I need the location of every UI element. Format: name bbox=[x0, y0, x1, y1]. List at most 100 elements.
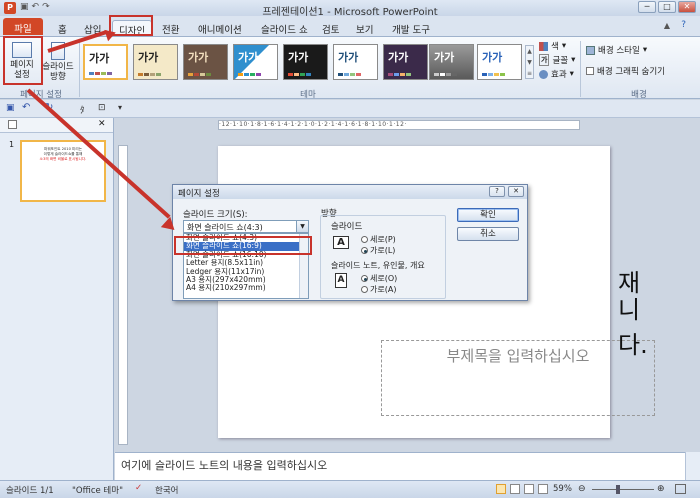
radio-icon bbox=[361, 236, 368, 243]
fonts-label: 글꼴 bbox=[552, 56, 569, 66]
maximize-button[interactable]: □ bbox=[658, 1, 676, 13]
cancel-button[interactable]: 취소 bbox=[457, 227, 519, 241]
list-item[interactable]: A4 용지(210x297mm) bbox=[184, 283, 308, 292]
theme-6[interactable]: 가가 bbox=[333, 44, 378, 80]
theme-color-bars bbox=[482, 73, 505, 76]
dropdown-arrow-icon[interactable]: ▼ bbox=[296, 221, 308, 232]
hide-background-checkbox[interactable]: 배경 그래픽 숨기기 bbox=[586, 65, 665, 77]
landscape-radio[interactable]: 가로(L) bbox=[361, 245, 395, 256]
landscape-page-icon: A bbox=[333, 236, 349, 249]
tab-transitions[interactable]: 전환 bbox=[156, 20, 185, 36]
theme-color-bars bbox=[188, 73, 211, 76]
group-theme-label: 테마 bbox=[300, 90, 316, 100]
zoom-slider[interactable] bbox=[592, 489, 654, 490]
highlight-box-page-setup bbox=[3, 36, 43, 85]
hide-background-label: 배경 그래픽 숨기기 bbox=[597, 67, 665, 77]
theme-8[interactable]: 가가 bbox=[429, 44, 474, 80]
theme-colors-button[interactable]: 색 ▾ bbox=[539, 40, 566, 52]
portrait-radio[interactable]: 세로(P) bbox=[361, 234, 396, 245]
normal-view-icon[interactable] bbox=[496, 484, 506, 494]
zoom-in-icon[interactable]: ⊕ bbox=[657, 484, 665, 494]
slides-tab-icon[interactable] bbox=[8, 120, 17, 129]
tab-developer[interactable]: 개발 도구 bbox=[386, 20, 436, 36]
theme-gallery-scroll[interactable]: ▲ ▼ ≡ bbox=[525, 45, 534, 79]
close-panel-icon[interactable]: ✕ bbox=[98, 119, 106, 129]
subtitle-placeholder[interactable]: 부제목을 입력하십시오 bbox=[381, 340, 655, 416]
zoom-slider-thumb[interactable] bbox=[616, 485, 620, 494]
theme-5[interactable]: 가가 bbox=[283, 44, 328, 80]
orientation-group: 슬라이드 A 세로(P) 가로(L) 슬라이드 노트, 유인물, 개요 A 세로… bbox=[320, 215, 446, 299]
group-background-label: 배경 bbox=[631, 90, 647, 100]
dropdown-arrow-icon: ▾ bbox=[561, 41, 567, 51]
portrait-label: 세로(P) bbox=[370, 235, 396, 244]
theme-name: "Office 테마" bbox=[72, 486, 123, 496]
theme-7[interactable]: 가가 bbox=[383, 44, 428, 80]
tab-review[interactable]: 검토 bbox=[316, 20, 345, 36]
background-style-button[interactable]: 배경 스타일 ▾ bbox=[586, 44, 647, 56]
theme-4[interactable]: 가가 bbox=[233, 44, 278, 80]
radio-icon bbox=[361, 286, 368, 293]
save-icon[interactable]: ▣ bbox=[6, 103, 15, 113]
dialog-title: 페이지 설정 bbox=[178, 189, 220, 199]
theme-color-bars bbox=[138, 73, 161, 76]
close-button[interactable]: ✕ bbox=[678, 1, 696, 13]
theme-color-bars bbox=[89, 72, 112, 75]
slideshow-icon[interactable]: ⊡ bbox=[98, 103, 106, 113]
slide-orientation-label: 슬라이드 bbox=[331, 222, 363, 232]
thumbnail-text: 4:3의 화면 비율로 표시됩니다. bbox=[39, 157, 87, 161]
window-controls: ─ □ ✕ bbox=[638, 1, 696, 13]
customize-icon[interactable]: ▾ bbox=[118, 103, 122, 112]
status-bar: 슬라이드 1/1 "Office 테마" ✓ 한국어 59% ⊖ ⊕ bbox=[0, 480, 700, 498]
theme-sample-text: 가가 bbox=[138, 51, 159, 64]
theme-9[interactable]: 가가 bbox=[477, 44, 522, 80]
fit-to-window-icon[interactable] bbox=[675, 484, 686, 494]
ok-button[interactable]: 확인 bbox=[457, 208, 519, 222]
sorter-view-icon[interactable] bbox=[510, 484, 520, 494]
tab-view[interactable]: 보기 bbox=[350, 20, 379, 36]
slide-size-value: 화면 슬라이드 쇼(4:3) bbox=[187, 223, 263, 232]
theme-sample-text: 가가 bbox=[288, 51, 309, 64]
colors-icon bbox=[539, 41, 548, 51]
notes-scrollbar[interactable] bbox=[685, 452, 700, 480]
undo-icon[interactable]: ↶ bbox=[22, 102, 30, 113]
title-text-fragment[interactable]: 니다. bbox=[618, 290, 648, 360]
theme-color-bars bbox=[238, 73, 261, 76]
slide-size-combo[interactable]: 화면 슬라이드 쇼(4:3) ▼ bbox=[183, 220, 309, 233]
slides-panel: ✕ 1 파워포인트 2010 미리는 이렇게 슬라이드쇼를 통해 4:3의 화면… bbox=[0, 118, 114, 480]
theme-sample-text: 가가 bbox=[482, 51, 503, 64]
slideshow-view-icon[interactable] bbox=[538, 484, 548, 494]
spellcheck-icon[interactable]: ✓ bbox=[135, 483, 142, 493]
theme-3[interactable]: 가가 bbox=[183, 44, 228, 80]
theme-2[interactable]: 가가 bbox=[133, 44, 178, 80]
theme-fonts-button[interactable]: 가 글꼴 ▾ bbox=[539, 54, 575, 66]
notes-landscape-radio[interactable]: 가로(A) bbox=[361, 284, 396, 295]
language[interactable]: 한국어 bbox=[155, 484, 178, 496]
vertical-ruler bbox=[118, 145, 128, 445]
dialog-title-bar: 페이지 설정 ? ✕ bbox=[173, 185, 527, 199]
help-icon[interactable]: ? bbox=[681, 20, 686, 30]
tab-home[interactable]: 홈 bbox=[52, 20, 73, 36]
slide-count: 슬라이드 1/1 bbox=[6, 486, 54, 496]
tab-slideshow[interactable]: 슬라이드 쇼 bbox=[255, 20, 314, 36]
reading-view-icon[interactable] bbox=[524, 484, 534, 494]
theme-effects-button[interactable]: 효과 ▾ bbox=[539, 68, 574, 80]
highlight-box-16-9 bbox=[174, 236, 312, 255]
tab-file[interactable]: 파일 bbox=[3, 18, 43, 35]
horizontal-ruler: ·12·1·10·1·8·1·6·1·4·1·2·1·0·1·2·1·4·1·6… bbox=[218, 120, 580, 130]
orientation-label: 슬라이드 방향 bbox=[42, 62, 74, 82]
zoom-out-icon[interactable]: ⊖ bbox=[578, 484, 586, 494]
notes-portrait-label: 세로(O) bbox=[370, 274, 398, 283]
dialog-help-button[interactable]: ? bbox=[489, 186, 505, 197]
quick-access-toolbar-below: ▣ ↶ ↻ ﾀ ⊡ ▾ bbox=[0, 100, 700, 118]
ribbon-separator bbox=[580, 41, 581, 97]
tab-animations[interactable]: 애니메이션 bbox=[192, 20, 248, 36]
theme-office[interactable]: 가가 bbox=[83, 44, 128, 80]
spelling-icon[interactable]: ﾀ bbox=[80, 103, 85, 116]
minimize-button[interactable]: ─ bbox=[638, 1, 656, 13]
slide-number: 1 bbox=[9, 140, 15, 149]
zoom-level[interactable]: 59% bbox=[553, 484, 572, 494]
notes-pane[interactable]: 여기에 슬라이드 노트의 내용을 입력하십시오 bbox=[115, 452, 685, 480]
dialog-close-button[interactable]: ✕ bbox=[508, 186, 524, 197]
notes-portrait-radio[interactable]: 세로(O) bbox=[361, 273, 397, 284]
minimize-ribbon-icon[interactable]: ▲ bbox=[664, 21, 670, 30]
